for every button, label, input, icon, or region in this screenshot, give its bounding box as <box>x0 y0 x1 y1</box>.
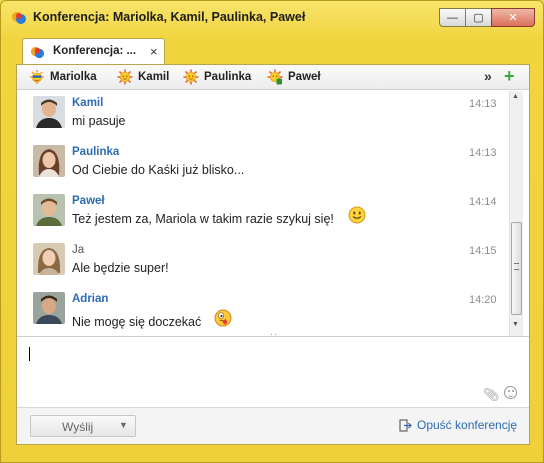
avatar <box>33 145 65 177</box>
tab-close-icon[interactable]: × <box>150 44 158 59</box>
leave-conference-link[interactable]: Opuść konferencję <box>399 418 517 432</box>
message-item: Kamil mi pasuje 14:13 <box>17 93 512 141</box>
window-title: Konferencja: Mariolka, Kamil, Paulinka, … <box>33 10 306 24</box>
sun-sunglasses-icon <box>30 70 44 84</box>
participant-paulinka[interactable]: Paulinka <box>183 69 251 85</box>
message-time: 14:15 <box>469 245 497 257</box>
participant-mariolka[interactable]: Mariolka <box>29 69 97 85</box>
message-text: Ale będzie super! <box>72 261 169 275</box>
participant-name: Paweł <box>288 71 321 83</box>
tongue-emoji-icon <box>214 309 232 327</box>
message-list: Kamil mi pasuje 14:13 Paulinka Od Ciebie… <box>17 91 529 336</box>
chat-panel: Mariolka Kamil Paulinka Paweł » + Kamil … <box>16 64 530 445</box>
message-item: Ja Ale będzie super! 14:15 <box>17 240 512 288</box>
exit-door-icon <box>399 418 412 432</box>
participants-bar: Mariolka Kamil Paulinka Paweł » + <box>17 65 529 90</box>
sun-icon <box>117 69 133 85</box>
message-sender[interactable]: Paweł <box>72 195 105 207</box>
footer-bar: Wyślij ▼ Opuść konferencję <box>17 407 529 444</box>
message-time: 14:13 <box>469 147 497 159</box>
message-item: Adrian Nie mogę się doczekać 14:20 <box>17 289 512 336</box>
scroll-grip-icon <box>514 263 519 270</box>
participant-pawel[interactable]: Paweł <box>267 69 321 85</box>
conference-icon <box>30 46 45 59</box>
message-text: Też jestem za, Mariola w takim razie szy… <box>72 212 334 226</box>
paperclip-icon[interactable]: 📎︎ <box>483 387 500 403</box>
participant-kamil[interactable]: Kamil <box>117 69 169 85</box>
send-button-label: Wyślij <box>62 420 94 434</box>
participant-name: Mariolka <box>50 71 97 83</box>
title-bar[interactable]: Konferencja: Mariolka, Kamil, Paulinka, … <box>1 1 543 35</box>
participant-name: Paulinka <box>204 71 252 83</box>
text-caret <box>29 347 30 361</box>
message-sender[interactable]: Paulinka <box>72 146 119 158</box>
window-controls: — ▢ ✕ <box>439 8 535 27</box>
conference-window: Konferencja: Mariolka, Kamil, Paulinka, … <box>0 0 544 463</box>
maximize-icon: ▢ <box>473 12 484 24</box>
scroll-down-icon[interactable]: ▼ <box>512 321 519 328</box>
send-button[interactable]: Wyślij ▼ <box>30 415 136 437</box>
message-item: Paweł Też jestem za, Mariola w takim raz… <box>17 191 512 239</box>
scroll-thumb[interactable] <box>511 222 522 315</box>
message-time: 14:20 <box>469 294 497 306</box>
message-text: mi pasuje <box>72 114 126 128</box>
avatar <box>33 243 65 275</box>
tab-label: Konferencja: ... <box>53 45 137 57</box>
message-input[interactable]: 📎︎ <box>17 337 529 407</box>
sun-mobile-icon <box>267 69 283 85</box>
emoticon-picker-icon[interactable] <box>504 386 517 399</box>
smile-emoji-icon <box>348 206 366 224</box>
message-time: 14:13 <box>469 98 497 110</box>
message-item: Paulinka Od Ciebie do Kaśki już blisko..… <box>17 142 512 190</box>
sun-icon <box>183 69 199 85</box>
avatar <box>33 292 65 324</box>
add-participant-icon[interactable]: + <box>504 66 515 87</box>
close-button[interactable]: ✕ <box>491 8 535 27</box>
gadu-gadu-logo-icon <box>12 12 26 24</box>
avatar <box>33 96 65 128</box>
tab-conference[interactable]: Konferencja: ... × <box>22 38 165 65</box>
close-icon: ✕ <box>508 12 518 24</box>
message-text: Od Ciebie do Kaśki już blisko... <box>72 163 245 177</box>
message-sender[interactable]: Adrian <box>72 293 108 305</box>
avatar <box>33 194 65 226</box>
message-sender[interactable]: Kamil <box>72 97 103 109</box>
chevron-down-icon[interactable]: ▼ <box>119 420 128 430</box>
message-sender: Ja <box>72 244 85 256</box>
message-text: Nie mogę się doczekać <box>72 315 202 329</box>
participant-name: Kamil <box>138 71 170 83</box>
message-time: 14:14 <box>469 196 497 208</box>
minimize-icon: — <box>447 11 458 24</box>
scroll-up-icon[interactable]: ▲ <box>512 93 519 100</box>
message-scrollbar[interactable]: ▲ ▼ <box>509 91 523 336</box>
more-participants-icon[interactable]: » <box>484 68 492 84</box>
leave-conference-label: Opuść konferencję <box>417 418 518 432</box>
minimize-button[interactable]: — <box>439 8 466 27</box>
maximize-button[interactable]: ▢ <box>465 8 492 27</box>
